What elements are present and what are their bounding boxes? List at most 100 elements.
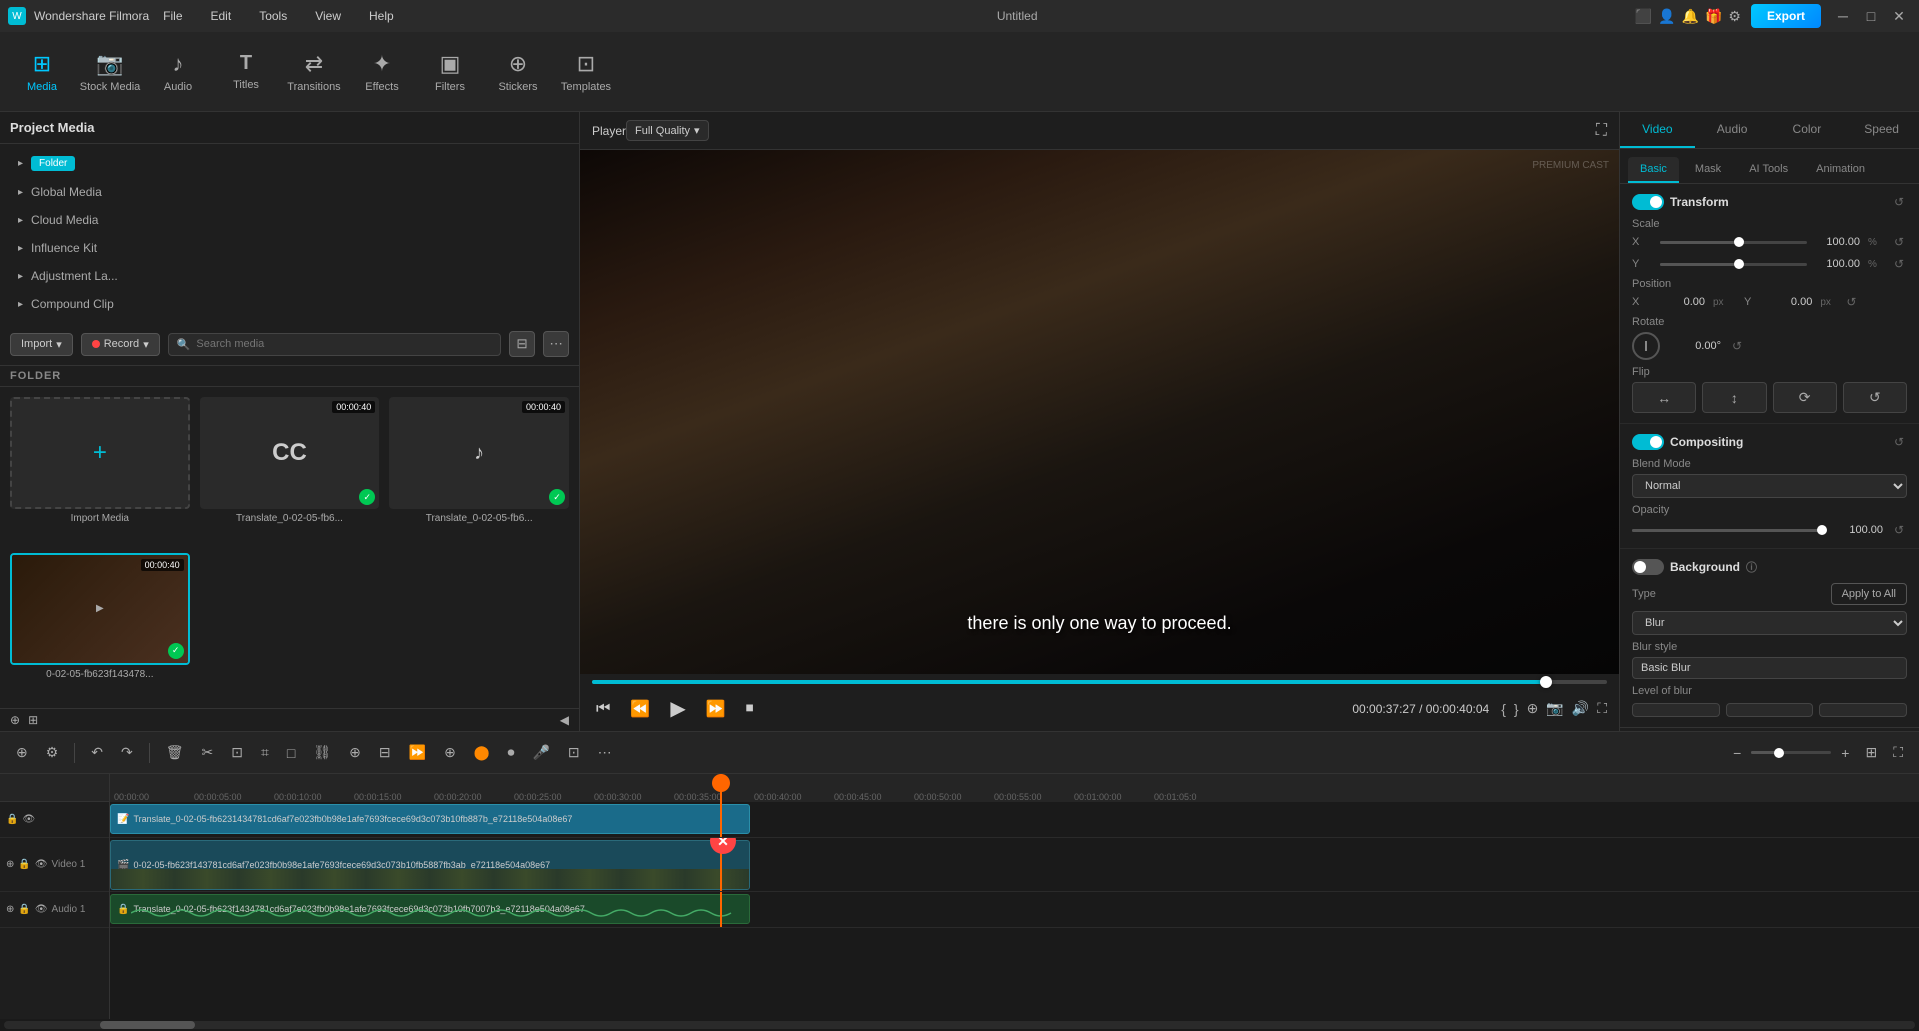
opacity-reset[interactable]: ↺ — [1891, 522, 1907, 538]
step-back-button[interactable]: ⏪ — [626, 695, 654, 723]
toolbar-transitions[interactable]: ⇄ Transitions — [282, 37, 346, 107]
search-input[interactable] — [196, 338, 492, 350]
rotate-reset[interactable]: ↺ — [1729, 338, 1745, 354]
menu-view[interactable]: View — [309, 5, 347, 27]
lock-video-btn[interactable]: 🔒 — [18, 859, 30, 870]
subtitle-clip[interactable]: 📝 Translate_0-02-05-fb6231434781cd6af7e0… — [110, 804, 750, 834]
tab-speed[interactable]: Speed — [1844, 112, 1919, 148]
lock-subtitle-btn[interactable]: 🔒 — [6, 814, 18, 825]
nav-compound-clip[interactable]: ▸ Compound Clip — [10, 291, 569, 317]
flip-v-button[interactable]: ↕ — [1702, 382, 1766, 413]
scale-x-reset[interactable]: ↺ — [1891, 234, 1907, 250]
sub-tab-mask[interactable]: Mask — [1683, 157, 1733, 183]
sub-tab-ai-tools[interactable]: AI Tools — [1737, 157, 1800, 183]
blur-level-1[interactable] — [1632, 703, 1720, 717]
insert-button[interactable]: ⊕ — [1527, 700, 1539, 717]
quality-select[interactable]: Full Quality ▾ — [626, 120, 709, 141]
nav-adjustment-layer[interactable]: ▸ Adjustment La... — [10, 263, 569, 289]
hide-audio-btn[interactable]: 👁 — [35, 904, 48, 915]
menu-edit[interactable]: Edit — [205, 5, 238, 27]
opacity-handle[interactable] — [1817, 525, 1827, 535]
tab-audio[interactable]: Audio — [1695, 112, 1770, 148]
flip-reset-btn[interactable]: ⟳ — [1773, 382, 1837, 413]
link-btn[interactable]: ⛓ — [307, 740, 337, 765]
sub-tab-animation[interactable]: Animation — [1804, 157, 1877, 183]
play-button[interactable]: ▶ — [666, 692, 689, 725]
media-item-music[interactable]: 00:00:40 ♪ ✓ Translate_0-02-05-fb6... — [389, 397, 569, 543]
zoom-slider[interactable] — [1751, 751, 1831, 754]
scale-y-handle[interactable] — [1734, 259, 1744, 269]
add-marker-btn[interactable]: ⬤ — [468, 740, 496, 765]
more-button[interactable]: ⋯ — [543, 331, 569, 357]
skip-back-button[interactable]: ⏮ — [592, 696, 614, 722]
hide-video-btn[interactable]: 👁 — [35, 859, 48, 870]
media-item-video[interactable]: 00:00:40 ▶ ✓ 0-02-05-fb623f143478... — [10, 553, 190, 699]
scale-y-reset[interactable]: ↺ — [1891, 256, 1907, 272]
snapshot-button[interactable]: 📷 — [1546, 700, 1563, 717]
undo-btn[interactable]: ↶ — [85, 740, 109, 765]
ungroup-btn[interactable]: ⊟ — [373, 740, 397, 765]
grid-view-btn[interactable]: ⊞ — [28, 713, 38, 727]
hide-subtitle-btn[interactable]: 👁 — [22, 814, 35, 825]
menu-file[interactable]: File — [157, 5, 188, 27]
toolbar-media[interactable]: ⊞ Media — [10, 37, 74, 107]
tab-color[interactable]: Color — [1770, 112, 1845, 148]
filter-button[interactable]: ⊟ — [509, 331, 535, 357]
progress-handle[interactable] — [1540, 676, 1552, 688]
nav-cloud-media[interactable]: ▸ Cloud Media — [10, 207, 569, 233]
video-clip[interactable]: 🎬 0-02-05-fb623f143781cd6af7e023fb0b98e1… — [110, 840, 750, 890]
toolbar-filters[interactable]: ▣ Filters — [418, 37, 482, 107]
blur-level-3[interactable] — [1819, 703, 1907, 717]
export-button[interactable]: Export — [1751, 4, 1821, 28]
menu-tools[interactable]: Tools — [253, 5, 293, 27]
rotate-dial[interactable] — [1632, 332, 1660, 360]
progress-bar[interactable] — [592, 680, 1607, 684]
trim-btn[interactable]: ⌗ — [255, 740, 275, 765]
record-button[interactable]: Record ▾ — [81, 333, 160, 356]
add-audio-btn[interactable]: ⊕ — [6, 904, 14, 915]
play-forward-button[interactable]: ⏩ — [702, 695, 730, 723]
grid-timeline-btn[interactable]: ⊞ — [1859, 740, 1883, 765]
zoom-out-btn[interactable]: − — [1727, 741, 1747, 765]
volume-button[interactable]: 🔊 — [1572, 700, 1589, 717]
toolbar-templates[interactable]: ⊡ Templates — [554, 37, 618, 107]
minimize-button[interactable]: ─ — [1831, 4, 1855, 28]
crop-btn[interactable]: □ — [281, 741, 301, 765]
fullscreen-button[interactable]: ⛶ — [1596, 122, 1607, 140]
background-toggle[interactable] — [1632, 559, 1664, 575]
scale-x-slider[interactable] — [1660, 241, 1807, 244]
toolbar-titles[interactable]: T Titles — [214, 37, 278, 107]
nav-global-media[interactable]: ▸ Global Media — [10, 179, 569, 205]
blur-level-2[interactable] — [1726, 703, 1814, 717]
more-timeline-btn[interactable]: ⋯ — [592, 740, 618, 765]
background-info-icon[interactable]: ⓘ — [1746, 559, 1757, 575]
timeline-settings-btn[interactable]: ⚙ — [40, 740, 65, 765]
bg-type-select[interactable]: Blur — [1632, 611, 1907, 635]
search-bar[interactable]: 🔍 — [168, 333, 501, 356]
stop-button[interactable]: ⏹ — [742, 696, 758, 722]
record-timeline-btn[interactable]: ⏺ — [501, 740, 520, 765]
position-reset[interactable]: ↺ — [1843, 294, 1859, 310]
delete-btn[interactable]: 🗑 — [160, 740, 190, 765]
nav-folder[interactable]: ▸ Folder — [10, 150, 569, 177]
media-item-cc[interactable]: 00:00:40 CC ✓ Translate_0-02-05-fb6... — [200, 397, 380, 543]
compositing-reset[interactable]: ↺ — [1891, 434, 1907, 450]
flip-h-button[interactable]: ↔ — [1632, 382, 1696, 413]
speed-btn[interactable]: ⏩ — [403, 740, 432, 765]
mark-out-button[interactable]: } — [1514, 700, 1519, 717]
flip-mirror-btn[interactable]: ↺ — [1843, 382, 1907, 413]
toolbar-audio[interactable]: ♪ Audio — [146, 37, 210, 107]
split-btn[interactable]: ⊡ — [225, 740, 249, 765]
media-item-import[interactable]: + Import Media — [10, 397, 190, 543]
voice-btn[interactable]: 🎤 — [526, 740, 555, 765]
stabilize-btn[interactable]: ⊕ — [438, 740, 462, 765]
sub-tab-basic[interactable]: Basic — [1628, 157, 1679, 183]
apply-to-all-button[interactable]: Apply to All — [1831, 583, 1907, 605]
zoom-handle[interactable] — [1774, 748, 1784, 758]
expand-timeline-btn[interactable]: ⛶ — [1887, 740, 1909, 765]
toolbar-stock-media[interactable]: 📷 Stock Media — [78, 37, 142, 107]
add-track-btn[interactable]: ⊕ — [10, 740, 34, 765]
audio-clip[interactable]: 🔒 Translate_0-02-05-fb623f1434781cd6af7e… — [110, 894, 750, 924]
transform-toggle[interactable] — [1632, 194, 1664, 210]
scrollbar-thumb[interactable] — [100, 1021, 196, 1029]
